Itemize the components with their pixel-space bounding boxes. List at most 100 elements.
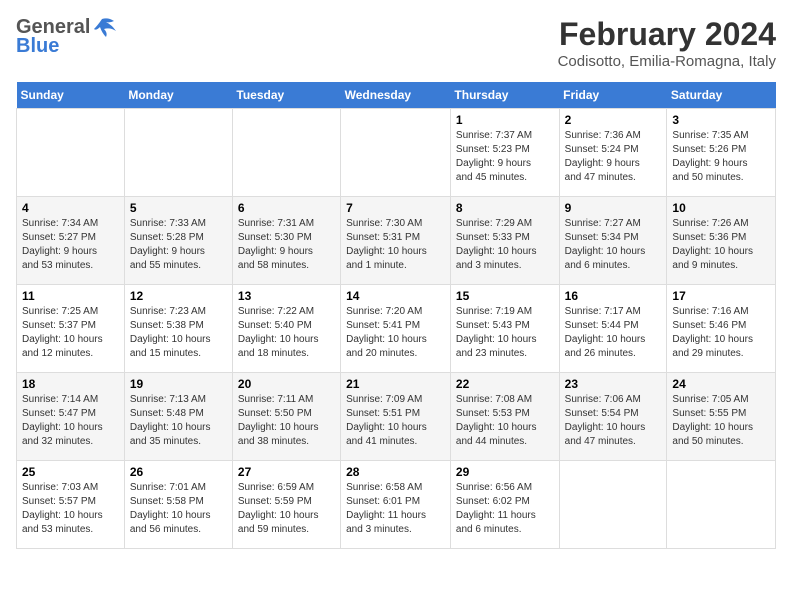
header: General Blue February 2024 Codisotto, Em… (16, 16, 776, 70)
calendar-cell: 9 Sunrise: 7:27 AM Sunset: 5:34 PM Daylig… (559, 197, 667, 285)
calendar-week-row: 11Sunrise: 7:25 AM Sunset: 5:37 PM Dayli… (17, 285, 776, 373)
day-number: 25 (22, 465, 119, 479)
calendar-cell: 26 Sunrise: 7:01 AM Sunset: 5:58 PM Dayli… (124, 461, 232, 549)
day-of-week-header: Thursday (450, 82, 559, 109)
day-number: 18 (22, 377, 119, 391)
day-number: 8 (456, 201, 554, 215)
day-info: Sunrise: 7:20 AM Sunset: 5:41 PM Dayligh… (346, 305, 445, 361)
day-info: Sunrise: 7:08 AM Sunset: 5:53 PM Dayligh… (456, 393, 554, 449)
day-info: Sunrise: 7:35 AM Sunset: 5:26 PM Dayligh… (672, 129, 770, 185)
day-info: Sunrise: 7:27 AM Sunset: 5:34 PM Dayligh… (565, 217, 662, 273)
calendar-cell: 6 Sunrise: 7:31 AM Sunset: 5:30 PM Daylig… (232, 197, 340, 285)
day-info: Sunrise: 7:01 AM Sunset: 5:58 PM Dayligh… (130, 481, 227, 537)
calendar-cell: 2Sunrise: 7:36 AM Sunset: 5:24 PM Daylig… (559, 109, 667, 197)
calendar-cell: 1Sunrise: 7:37 AM Sunset: 5:23 PM Daylig… (450, 109, 559, 197)
logo-bird-icon (92, 17, 118, 39)
day-number: 1 (456, 113, 554, 127)
calendar-cell: 7Sunrise: 7:30 AM Sunset: 5:31 PM Daylig… (341, 197, 451, 285)
day-of-week-header: Saturday (667, 82, 776, 109)
day-number: 12 (130, 289, 227, 303)
day-info: Sunrise: 7:09 AM Sunset: 5:51 PM Dayligh… (346, 393, 445, 449)
calendar-cell (17, 109, 125, 197)
month-title: February 2024 (558, 16, 776, 53)
day-info: Sunrise: 7:34 AM Sunset: 5:27 PM Dayligh… (22, 217, 119, 273)
calendar-header: SundayMondayTuesdayWednesdayThursdayFrid… (17, 82, 776, 109)
calendar-cell: 13 Sunrise: 7:22 AM Sunset: 5:40 PM Dayli… (232, 285, 340, 373)
day-info: Sunrise: 7:14 AM Sunset: 5:47 PM Dayligh… (22, 393, 119, 449)
calendar-body: 1Sunrise: 7:37 AM Sunset: 5:23 PM Daylig… (17, 109, 776, 549)
calendar-cell: 17Sunrise: 7:16 AM Sunset: 5:46 PM Dayli… (667, 285, 776, 373)
day-number: 9 (565, 201, 662, 215)
calendar-cell: 29 Sunrise: 6:56 AM Sunset: 6:02 PM Dayli… (450, 461, 559, 549)
calendar-cell: 4 Sunrise: 7:34 AM Sunset: 5:27 PM Daylig… (17, 197, 125, 285)
day-number: 19 (130, 377, 227, 391)
day-number: 28 (346, 465, 445, 479)
calendar-week-row: 4 Sunrise: 7:34 AM Sunset: 5:27 PM Daylig… (17, 197, 776, 285)
calendar-cell: 24Sunrise: 7:05 AM Sunset: 5:55 PM Dayli… (667, 373, 776, 461)
calendar-cell (232, 109, 340, 197)
day-info: Sunrise: 7:23 AM Sunset: 5:38 PM Dayligh… (130, 305, 227, 361)
calendar-cell: 22 Sunrise: 7:08 AM Sunset: 5:53 PM Dayli… (450, 373, 559, 461)
day-info: Sunrise: 7:31 AM Sunset: 5:30 PM Dayligh… (238, 217, 335, 273)
day-info: Sunrise: 7:03 AM Sunset: 5:57 PM Dayligh… (22, 481, 119, 537)
calendar-cell: 10 Sunrise: 7:26 AM Sunset: 5:36 PM Dayli… (667, 197, 776, 285)
calendar-cell: 12 Sunrise: 7:23 AM Sunset: 5:38 PM Dayli… (124, 285, 232, 373)
logo-blue-text: Blue (16, 35, 59, 58)
calendar-cell: 5Sunrise: 7:33 AM Sunset: 5:28 PM Daylig… (124, 197, 232, 285)
calendar-cell: 25 Sunrise: 7:03 AM Sunset: 5:57 PM Dayli… (17, 461, 125, 549)
calendar-cell: 23Sunrise: 7:06 AM Sunset: 5:54 PM Dayli… (559, 373, 667, 461)
day-info: Sunrise: 6:58 AM Sunset: 6:01 PM Dayligh… (346, 481, 445, 537)
calendar-cell: 15 Sunrise: 7:19 AM Sunset: 5:43 PM Dayli… (450, 285, 559, 373)
day-number: 26 (130, 465, 227, 479)
day-number: 10 (672, 201, 770, 215)
calendar-cell: 21Sunrise: 7:09 AM Sunset: 5:51 PM Dayli… (341, 373, 451, 461)
day-number: 27 (238, 465, 335, 479)
day-number: 11 (22, 289, 119, 303)
calendar-cell: 20Sunrise: 7:11 AM Sunset: 5:50 PM Dayli… (232, 373, 340, 461)
calendar-cell: 11Sunrise: 7:25 AM Sunset: 5:37 PM Dayli… (17, 285, 125, 373)
day-number: 16 (565, 289, 662, 303)
calendar-cell: 8 Sunrise: 7:29 AM Sunset: 5:33 PM Daylig… (450, 197, 559, 285)
day-number: 15 (456, 289, 554, 303)
day-info: Sunrise: 6:56 AM Sunset: 6:02 PM Dayligh… (456, 481, 554, 537)
day-of-week-header: Friday (559, 82, 667, 109)
day-number: 22 (456, 377, 554, 391)
day-info: Sunrise: 7:17 AM Sunset: 5:44 PM Dayligh… (565, 305, 662, 361)
day-number: 13 (238, 289, 335, 303)
calendar-cell: 14 Sunrise: 7:20 AM Sunset: 5:41 PM Dayli… (341, 285, 451, 373)
day-of-week-header: Monday (124, 82, 232, 109)
calendar-cell (124, 109, 232, 197)
day-info: Sunrise: 7:30 AM Sunset: 5:31 PM Dayligh… (346, 217, 445, 273)
calendar-cell: 3 Sunrise: 7:35 AM Sunset: 5:26 PM Daylig… (667, 109, 776, 197)
day-info: Sunrise: 7:16 AM Sunset: 5:46 PM Dayligh… (672, 305, 770, 361)
day-info: Sunrise: 7:05 AM Sunset: 5:55 PM Dayligh… (672, 393, 770, 449)
day-info: Sunrise: 7:26 AM Sunset: 5:36 PM Dayligh… (672, 217, 770, 273)
day-number: 29 (456, 465, 554, 479)
day-number: 4 (22, 201, 119, 215)
day-info: Sunrise: 7:19 AM Sunset: 5:43 PM Dayligh… (456, 305, 554, 361)
calendar-week-row: 1Sunrise: 7:37 AM Sunset: 5:23 PM Daylig… (17, 109, 776, 197)
title-area: February 2024 Codisotto, Emilia-Romagna,… (558, 16, 776, 70)
day-number: 14 (346, 289, 445, 303)
day-info: Sunrise: 7:29 AM Sunset: 5:33 PM Dayligh… (456, 217, 554, 273)
header-row: SundayMondayTuesdayWednesdayThursdayFrid… (17, 82, 776, 109)
calendar-cell: 28 Sunrise: 6:58 AM Sunset: 6:01 PM Dayli… (341, 461, 451, 549)
calendar-week-row: 18 Sunrise: 7:14 AM Sunset: 5:47 PM Dayli… (17, 373, 776, 461)
calendar-week-row: 25 Sunrise: 7:03 AM Sunset: 5:57 PM Dayli… (17, 461, 776, 549)
calendar-cell: 27 Sunrise: 6:59 AM Sunset: 5:59 PM Dayli… (232, 461, 340, 549)
day-number: 3 (672, 113, 770, 127)
calendar-cell (559, 461, 667, 549)
day-of-week-header: Sunday (17, 82, 125, 109)
calendar-table: SundayMondayTuesdayWednesdayThursdayFrid… (16, 82, 776, 549)
day-number: 6 (238, 201, 335, 215)
day-info: Sunrise: 6:59 AM Sunset: 5:59 PM Dayligh… (238, 481, 335, 537)
location-title: Codisotto, Emilia-Romagna, Italy (558, 53, 776, 70)
day-info: Sunrise: 7:11 AM Sunset: 5:50 PM Dayligh… (238, 393, 335, 449)
calendar-cell: 16 Sunrise: 7:17 AM Sunset: 5:44 PM Dayli… (559, 285, 667, 373)
day-number: 23 (565, 377, 662, 391)
calendar-cell (341, 109, 451, 197)
day-info: Sunrise: 7:22 AM Sunset: 5:40 PM Dayligh… (238, 305, 335, 361)
calendar-cell (667, 461, 776, 549)
calendar-cell: 19Sunrise: 7:13 AM Sunset: 5:48 PM Dayli… (124, 373, 232, 461)
day-of-week-header: Wednesday (341, 82, 451, 109)
